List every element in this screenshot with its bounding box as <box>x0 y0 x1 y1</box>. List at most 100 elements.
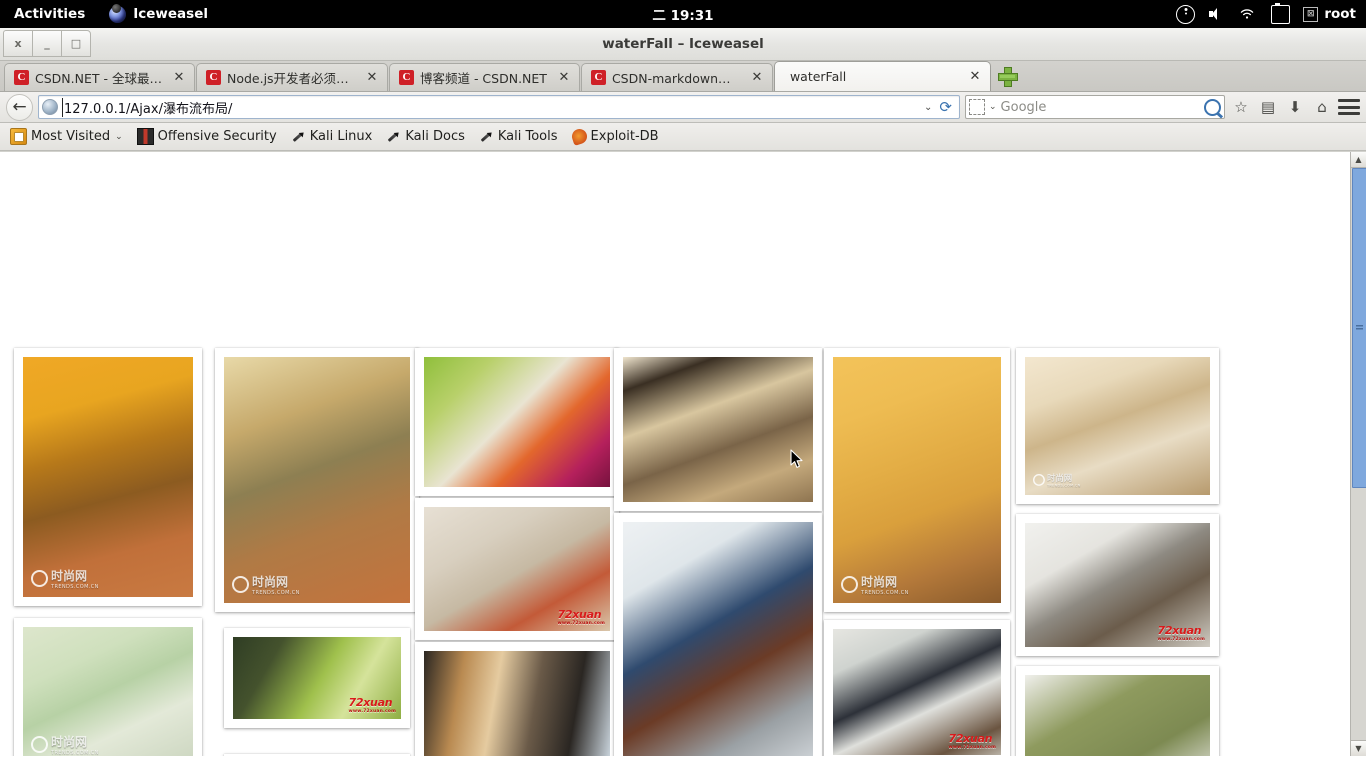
window-close-button[interactable]: x <box>3 30 32 57</box>
search-input[interactable]: Google <box>1001 100 1200 115</box>
downloads-icon[interactable]: ⬇ <box>1284 96 1306 118</box>
tab-label: CSDN-markdown编… <box>611 71 740 86</box>
url-text[interactable]: 127.0.0.1/Ajax/瀑布流布局/ <box>62 97 917 117</box>
photo-image: 时尚网TRENDS.COM.CN <box>1025 357 1210 495</box>
back-button[interactable]: ← <box>6 93 33 121</box>
tab-nodejs-article[interactable]: C Node.js开发者必须了… ✕ <box>195 63 388 91</box>
tab-csdn-markdown[interactable]: C CSDN-markdown编… ✕ <box>580 63 773 91</box>
card-olive-sideboard[interactable]: 时尚网TRENDS.COM.CN <box>1016 666 1219 756</box>
user-menu[interactable]: ⊠ root <box>1303 6 1356 22</box>
chevron-down-icon[interactable]: ⌄ <box>115 132 123 142</box>
tab-csdn-net[interactable]: C CSDN.NET - 全球最… ✕ <box>4 63 195 91</box>
card-bed-greek[interactable]: 72xuan www.72xuan.com <box>824 620 1010 756</box>
gnome-bar-left: Activities Iceweasel <box>0 0 218 28</box>
watermark-ring-icon <box>841 576 858 593</box>
tab-waterfall[interactable]: waterFall ✕ <box>773 61 991 91</box>
bookmark-kali-linux[interactable]: Kali Linux <box>285 127 379 146</box>
search-engine-icon[interactable] <box>969 99 985 115</box>
iceweasel-icon <box>109 3 127 23</box>
search-box[interactable]: ⌄ Google <box>965 95 1225 119</box>
card-dining-yellow[interactable]: 时尚网 TRENDS.COM.CN <box>14 348 202 606</box>
card-kitchen-wood[interactable]: 时尚网 TRENDS.COM.CN <box>215 348 419 612</box>
bookmarks-bar: Most Visited ⌄ Offensive Security Kali L… <box>0 123 1366 151</box>
bookmark-star-icon[interactable]: ☆ <box>1230 96 1252 118</box>
photo-image <box>623 522 813 756</box>
watermark-subtext: TRENDS.COM.CN <box>51 750 99 756</box>
card-stair-curve[interactable]: 时尚网 TRENDS.COM.CN <box>824 348 1010 612</box>
window-maximize-button[interactable]: □ <box>61 30 91 57</box>
trends-watermark: 时尚网 TRENDS.COM.CN <box>1033 472 1080 488</box>
xuan72-watermark: 72xuan www.72xuan.com <box>1157 624 1205 642</box>
bookmark-exploit-db[interactable]: Exploit-DB <box>566 127 665 146</box>
window-controls: x _ □ <box>3 30 91 57</box>
photo-image: 72xuan www.72xuan.com <box>233 637 401 719</box>
hamburger-menu-icon[interactable] <box>1338 99 1360 115</box>
kali-dragon-icon <box>476 126 497 147</box>
site-identity-globe-icon <box>42 99 58 115</box>
bookmark-kali-docs[interactable]: Kali Docs <box>380 127 471 146</box>
window-minimize-button[interactable]: _ <box>32 30 61 57</box>
reload-icon[interactable]: ⟳ <box>939 98 956 116</box>
search-engine-caret-icon[interactable]: ⌄ <box>989 102 997 112</box>
csdn-favicon-icon: C <box>398 70 414 85</box>
trends-watermark: 时尚网 TRENDS.COM.CN <box>841 573 909 596</box>
window-titlebar: x _ □ waterFall – Iceweasel <box>0 28 1366 61</box>
tab-label: CSDN.NET - 全球最… <box>35 71 162 86</box>
photo-image: 时尚网TRENDS.COM.CN <box>1025 675 1210 756</box>
watermark-subtext: TRENDS.COM.CN <box>861 590 909 596</box>
bookmark-label: Kali Linux <box>309 129 373 144</box>
kali-dragon-icon <box>288 126 309 147</box>
window-title: waterFall – Iceweasel <box>602 36 764 52</box>
watermark-subtext: TRENDS.COM.CN <box>252 590 300 596</box>
card-bedroom-floral[interactable]: 时尚网 TRENDS.COM.CN <box>14 618 202 756</box>
card-ceiling-lounge[interactable] <box>614 348 822 511</box>
scroll-up-button[interactable]: ▲ <box>1351 152 1366 168</box>
watermark-ring-icon <box>232 576 249 593</box>
accessibility-icon[interactable] <box>1176 4 1196 24</box>
watermark-ring-icon <box>1033 474 1045 486</box>
vertical-scrollbar[interactable]: ▲ ▼ <box>1350 152 1366 756</box>
bookmark-kali-tools[interactable]: Kali Tools <box>473 127 564 146</box>
exploit-db-icon <box>569 127 589 146</box>
watermark-text: 时尚网 <box>51 735 88 749</box>
watermark-text: 时尚网 <box>861 575 898 589</box>
bookmark-offensive-security[interactable]: Offensive Security <box>131 126 283 147</box>
tab-blog-channel[interactable]: C 博客频道 - CSDN.NET ✕ <box>388 63 580 91</box>
url-bar[interactable]: 127.0.0.1/Ajax/瀑布流布局/ ⌄ ⟳ <box>38 95 960 119</box>
card-mirror-bedroom[interactable]: 72xuan www.72xuan.com <box>1016 514 1219 656</box>
reader-list-icon[interactable]: ▤ <box>1257 96 1279 118</box>
tab-close-icon[interactable]: ✕ <box>750 71 764 85</box>
scrollbar-thumb[interactable] <box>1352 168 1366 488</box>
tab-close-icon[interactable]: ✕ <box>557 71 571 85</box>
bookmark-label: Offensive Security <box>157 129 277 144</box>
tab-label: 博客频道 - CSDN.NET <box>419 71 547 86</box>
xuan72-watermark: 72xuan www.72xuan.com <box>948 732 996 750</box>
tab-close-icon[interactable]: ✕ <box>172 71 186 85</box>
card-livingroom-green[interactable] <box>415 348 619 496</box>
clock-label: 二 19:31 <box>652 8 714 24</box>
volume-icon[interactable] <box>1208 6 1225 23</box>
url-history-dropdown-icon[interactable]: ⌄ <box>920 102 936 113</box>
new-tab-button[interactable] <box>997 66 1019 88</box>
card-wood-screen[interactable]: 时尚网TRENDS.COM.CN <box>415 642 619 756</box>
active-application-indicator[interactable]: Iceweasel <box>99 0 218 28</box>
card-bunk-bed[interactable] <box>614 513 822 756</box>
bookmark-most-visited[interactable]: Most Visited ⌄ <box>4 126 129 147</box>
clock[interactable]: 二 19:31 <box>583 4 783 24</box>
page-content: 时尚网 TRENDS.COM.CN 时尚网 TRENDS.COM.CN 时尚网 TREND… <box>0 151 1366 756</box>
card-bedroom-beige[interactable]: 时尚网TRENDS.COM.CN <box>224 754 410 756</box>
trends-watermark: 时尚网 TRENDS.COM.CN <box>31 567 99 590</box>
tab-close-icon[interactable]: ✕ <box>968 70 982 84</box>
battery-icon[interactable] <box>1271 2 1291 24</box>
csdn-favicon-icon: C <box>14 70 29 85</box>
search-icon[interactable] <box>1204 98 1221 116</box>
card-green-bathroom[interactable]: 72xuan www.72xuan.com <box>224 628 410 728</box>
system-tray[interactable]: ⊠ root <box>1176 2 1366 24</box>
tab-close-icon[interactable]: ✕ <box>365 71 379 85</box>
scroll-down-button[interactable]: ▼ <box>1351 740 1366 756</box>
activities-button[interactable]: Activities <box>0 0 99 28</box>
card-builtin-sofa[interactable]: 72xuan www.72xuan.com <box>415 498 619 640</box>
wifi-icon[interactable] <box>1238 6 1255 23</box>
card-tv-livingroom[interactable]: 时尚网 TRENDS.COM.CN <box>1016 348 1219 504</box>
home-icon[interactable]: ⌂ <box>1311 96 1333 118</box>
